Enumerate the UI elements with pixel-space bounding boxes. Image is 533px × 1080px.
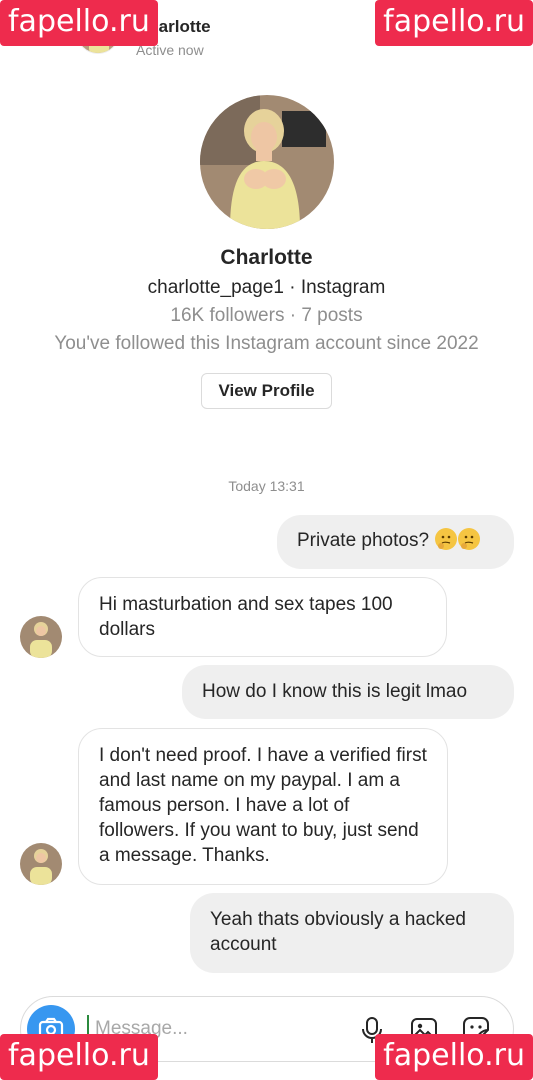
- watermark-bottom-left: fapello.ru: [0, 1034, 158, 1080]
- watermark-top-right: fapello.ru: [375, 0, 533, 46]
- profile-avatar[interactable]: [200, 95, 334, 229]
- watermark-bottom-right: fapello.ru: [375, 1034, 533, 1080]
- message-bubble-sent[interactable]: How do I know this is legit lmao: [182, 665, 514, 719]
- view-profile-button[interactable]: View Profile: [201, 373, 332, 409]
- thinking-face-icon: [435, 528, 458, 550]
- profile-stats: 16K followers · 7 posts: [170, 305, 363, 326]
- message-text: Private photos?: [297, 530, 430, 551]
- thread-timestamp: Today 13:31: [228, 478, 305, 494]
- message-bubble-received[interactable]: Hi masturbation and sex tapes 100 dollar…: [78, 577, 447, 657]
- message-bubble-sent[interactable]: Yeah thats obviously a hacked account: [190, 893, 514, 973]
- message-text: Yeah thats obviously a hacked account: [210, 909, 466, 955]
- message-text: Hi masturbation and sex tapes 100 dollar…: [99, 594, 393, 640]
- sender-avatar[interactable]: [20, 616, 62, 658]
- profile-name: Charlotte: [220, 246, 313, 269]
- sender-avatar[interactable]: [20, 843, 62, 885]
- thinking-face-icon: [458, 528, 481, 550]
- message-text: I don't need proof. I have a verified fi…: [99, 745, 427, 866]
- message-bubble-received[interactable]: I don't need proof. I have a verified fi…: [78, 728, 448, 885]
- profile-followed-since: You've followed this Instagram account s…: [54, 333, 479, 354]
- message-text: How do I know this is legit lmao: [202, 681, 468, 702]
- watermark-top-left: fapello.ru: [0, 0, 158, 46]
- message-bubble-sent[interactable]: Private photos?: [277, 515, 514, 569]
- profile-handle: charlotte_page1 · Instagram: [147, 277, 386, 298]
